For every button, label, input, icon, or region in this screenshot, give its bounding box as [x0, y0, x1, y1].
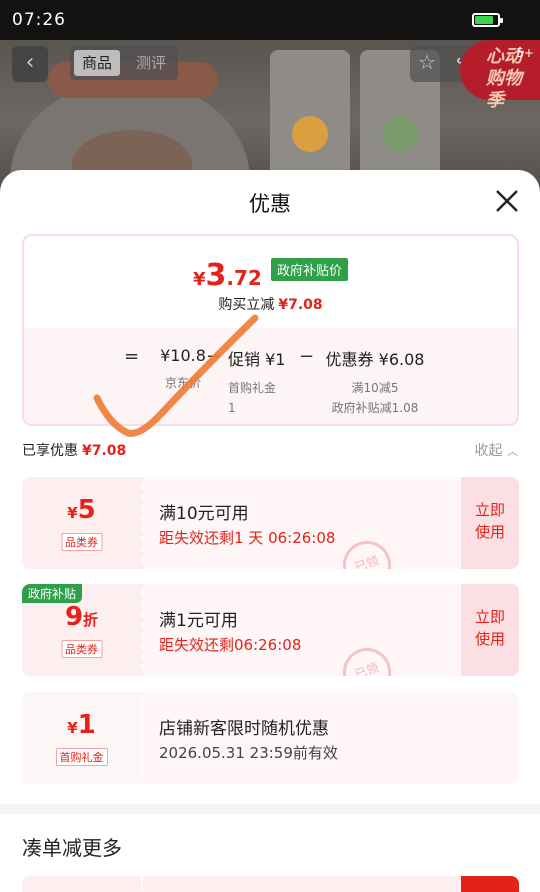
- jd-price-label: 京东价: [164, 376, 201, 390]
- coupon-expiry: 距失效还剩1 天 06:26:08: [159, 529, 336, 547]
- coupon-expiry: 距失效还剩06:26:08: [159, 636, 302, 654]
- collapse-button[interactable]: 收起 ︿: [475, 440, 518, 460]
- use-now-button[interactable]: 立即 使用: [461, 584, 519, 676]
- coupon-label: 满10减5: [351, 381, 399, 395]
- promo-amount: 1: [228, 401, 236, 415]
- chevron-left-icon: ‹: [25, 50, 35, 75]
- discount-sheet: 优惠 ¥3.72 政府补贴价 购买立减 ¥7.08 = ¥10.8 京东价 − 促…: [0, 170, 540, 892]
- coupon-title: 店铺新客限时随机优惠: [159, 719, 329, 739]
- close-icon[interactable]: [494, 188, 520, 214]
- coupon-tag: 品类券: [61, 533, 102, 551]
- buy-cut-label: 购买立减: [218, 297, 275, 313]
- buy-cut-line: 购买立减 ¥7.08: [24, 294, 517, 314]
- price-formula: = ¥10.8 京东价 − 促销 ¥1 首购礼金 1 − 优惠券 ¥6.08 满…: [24, 346, 517, 424]
- equals-sign: =: [124, 346, 140, 367]
- cart-badge-count: 5+: [516, 46, 534, 60]
- battery-icon: [472, 13, 503, 27]
- price-summary-card: ¥3.72 政府补贴价 购买立减 ¥7.08 = ¥10.8 京东价 − 促销 ¥…: [22, 234, 519, 426]
- sheet-title: 优惠: [249, 192, 291, 216]
- price-decimal: .72: [226, 266, 262, 290]
- coupon-card: [22, 876, 519, 892]
- claimed-stamp: 已领: [336, 534, 398, 569]
- buy-cut-value: ¥7.08: [278, 297, 323, 313]
- promo-value: 促销 ¥1: [228, 350, 286, 369]
- coupon-value: 优惠券 ¥6.08: [325, 350, 425, 369]
- price-currency: ¥: [193, 269, 206, 290]
- cart-badge[interactable]: 心动购物季 5+: [460, 40, 540, 111]
- claimed-stamp: 已领: [336, 641, 398, 676]
- minus-sign: −: [206, 346, 222, 367]
- coupon-col: 优惠券 ¥6.08 满10减5 政府补贴减1.08: [320, 346, 430, 418]
- price-integer: 3: [205, 258, 227, 293]
- use-now-label: 使用: [474, 523, 505, 541]
- coupon-expiry: 2026.05.31 23:59前有效: [159, 744, 338, 762]
- use-now-label: 立即: [474, 501, 505, 519]
- promo-label: 首购礼金: [228, 381, 277, 395]
- back-button[interactable]: ‹: [12, 46, 48, 82]
- use-now-label: 使用: [474, 630, 505, 648]
- enjoyed-discount: 已享优惠 ¥7.08: [22, 440, 126, 460]
- final-price: ¥3.72 政府补贴价: [24, 258, 517, 293]
- coupon-tag: 品类券: [61, 640, 102, 658]
- tab-review[interactable]: 测评: [128, 50, 174, 76]
- coupon-amount: ¥5: [67, 495, 96, 525]
- product-tabs: 商品 测评: [70, 46, 178, 80]
- gov-subsidy-tag: 政府补贴价: [270, 258, 348, 281]
- status-bar: 07:26: [0, 0, 540, 40]
- use-now-button[interactable]: [461, 876, 519, 892]
- coupon-amount: 9折: [64, 602, 99, 632]
- collapse-label: 收起: [474, 443, 503, 459]
- minus-sign: −: [299, 346, 315, 367]
- use-now-label: 立即: [474, 608, 505, 626]
- enjoyed-value: ¥7.08: [82, 443, 127, 459]
- coupon-card: 政府补贴 9折 品类券 满1元可用 距失效还剩06:26:08 已领 立即使用: [22, 584, 519, 676]
- use-now-button[interactable]: 立即 使用: [461, 477, 519, 569]
- chevron-up-icon: ︿: [507, 445, 518, 458]
- coupon-card: ¥1 首购礼金 店铺新客限时随机优惠 2026.05.31 23:59前有效: [22, 692, 519, 784]
- promo-col: 促销 ¥1 首购礼金 1: [228, 346, 288, 418]
- status-time: 07:26: [12, 10, 66, 30]
- gov-subsidy-badge: 政府补贴: [22, 584, 83, 603]
- tab-product[interactable]: 商品: [74, 50, 121, 76]
- coupon-subsidy-label: 政府补贴减1.08: [331, 401, 419, 415]
- coupon-tag: 首购礼金: [55, 748, 108, 766]
- coupon-amount: ¥1: [67, 710, 96, 740]
- coupon-title: 满1元可用: [159, 611, 238, 631]
- star-icon[interactable]: ☆: [418, 50, 436, 74]
- coupon-card: ¥5 品类券 满10元可用 距失效还剩1 天 06:26:08 已领 立即使用: [22, 477, 519, 569]
- more-deals-title: 凑单减更多: [22, 836, 122, 860]
- coupon-title: 满10元可用: [159, 504, 249, 524]
- enjoyed-label: 已享优惠: [22, 443, 78, 459]
